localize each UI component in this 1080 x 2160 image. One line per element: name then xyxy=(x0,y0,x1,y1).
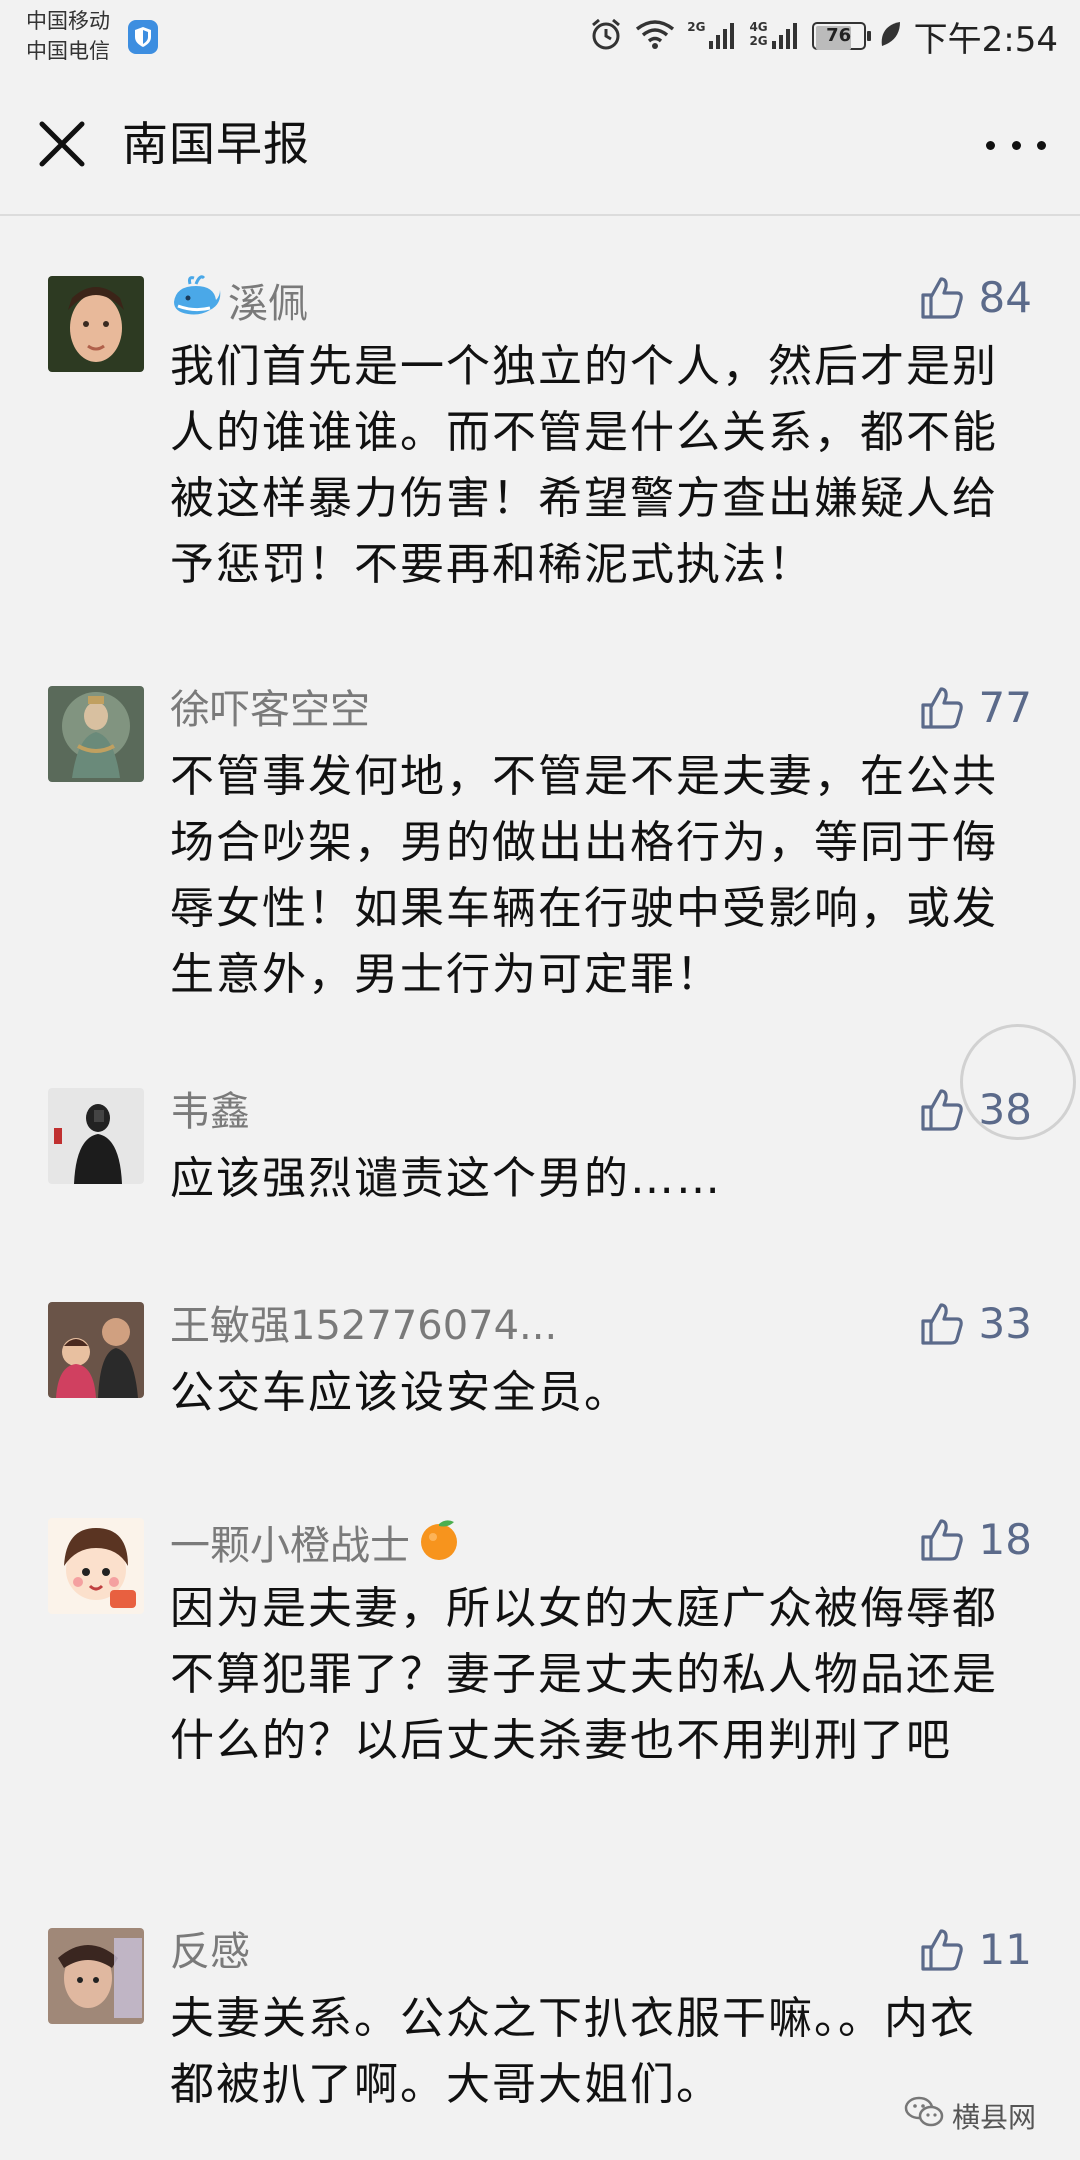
thumbs-up-icon xyxy=(920,277,963,319)
network-type-2g-secondary: 2G xyxy=(749,34,768,48)
like-count: 84 xyxy=(978,273,1032,322)
comment-text: 公交车应该设安全员。 xyxy=(170,1367,630,1418)
like-count: 77 xyxy=(978,683,1032,732)
avatar xyxy=(48,1928,144,2024)
comment-text: 我们首先是一个独立的个人，然后才是别人的谁谁谁。而不管是什么关系，都不能被这样暴… xyxy=(170,341,998,590)
avatar xyxy=(48,1302,144,1398)
commenter-name[interactable]: 王敏强152776074... xyxy=(170,1300,557,1352)
signal-2g-icon: 2G xyxy=(687,21,737,51)
like-button[interactable]: 77 xyxy=(919,682,1032,734)
commenter-name[interactable]: 徐吓客空空 xyxy=(170,684,370,736)
more-options-button[interactable] xyxy=(986,130,1046,160)
avatar xyxy=(48,276,144,372)
status-bar: 中国移动 中国电信 2G 4G 2G 76 下午2:54 xyxy=(0,0,1080,72)
more-dot-icon xyxy=(986,140,995,150)
carrier-1: 中国移动 xyxy=(26,9,110,33)
commenter-name-text: 溪佩 xyxy=(228,280,308,327)
avatar xyxy=(48,686,144,782)
watermark-text: 横县网 xyxy=(951,2100,1036,2134)
alarm-clock-icon xyxy=(589,17,623,55)
whale-icon xyxy=(170,274,222,333)
leaf-icon xyxy=(878,20,902,52)
network-type-2g: 2G xyxy=(687,20,706,34)
commenter-name[interactable]: 一颗小橙战士 xyxy=(170,1516,462,1575)
commenter-name[interactable]: 韦鑫 xyxy=(170,1086,250,1138)
like-count: 11 xyxy=(978,1925,1032,1974)
close-icon xyxy=(39,121,85,167)
thumbs-up-icon xyxy=(920,1303,963,1345)
wifi-icon xyxy=(635,19,675,53)
like-count: 18 xyxy=(978,1515,1032,1564)
clock-time: 下午2:54 xyxy=(913,19,1058,60)
commenter-name-text: 韦鑫 xyxy=(170,1089,250,1135)
battery-icon: 76 xyxy=(811,22,871,50)
page-title: 南国早报 xyxy=(122,117,310,171)
more-dot-icon xyxy=(1011,140,1021,150)
watermark: 横县网 xyxy=(904,2095,1036,2136)
signal-4g-icon: 4G 2G xyxy=(749,21,799,51)
avatar xyxy=(48,1518,144,1614)
orange-icon xyxy=(416,1516,462,1575)
comment-text: 夫妻关系。公众之下扒衣服干嘛。。内衣都被扒了啊。大哥大姐们。 xyxy=(170,1993,976,2110)
watermark-stamp xyxy=(960,1024,1076,1140)
comment-text: 不管事发何地，不管是不是夫妻，在公共场合吵架，男的做出出格行为，等同于侮辱女性！… xyxy=(170,751,998,1000)
commenter-name-text: 反感 xyxy=(170,1929,250,1975)
commenter-name[interactable]: 溪佩 xyxy=(170,274,308,333)
network-type-4g: 4G xyxy=(749,20,768,34)
thumbs-up-icon xyxy=(920,1929,963,1971)
like-button[interactable]: 84 xyxy=(919,272,1032,324)
commenter-name[interactable]: 反感 xyxy=(170,1926,250,1978)
commenter-name-text: 徐吓客空空 xyxy=(170,687,370,733)
like-count: 33 xyxy=(978,1299,1032,1348)
like-button[interactable]: 18 xyxy=(919,1514,1032,1566)
battery-level: 76 xyxy=(826,25,852,46)
comment-text: 因为是夫妻，所以女的大庭广众被侮辱都不算犯罪了？妻子是丈夫的私人物品还是什么的？… xyxy=(170,1583,998,1766)
top-bar: 南国早报 xyxy=(0,72,1080,216)
wechat-icon xyxy=(904,2095,944,2136)
commenter-name-text: 一颗小橙战士 xyxy=(170,1522,410,1569)
avatar xyxy=(48,1088,144,1184)
commenter-name-text: 王敏强152776074... xyxy=(170,1303,558,1349)
close-button[interactable] xyxy=(34,116,90,172)
thumbs-up-icon xyxy=(920,1519,963,1561)
like-button[interactable]: 11 xyxy=(919,1924,1032,1976)
carrier-2: 中国电信 xyxy=(26,39,110,63)
thumbs-up-icon xyxy=(920,687,963,729)
more-dot-icon xyxy=(1037,140,1046,150)
thumbs-up-icon xyxy=(920,1089,963,1131)
like-button[interactable]: 33 xyxy=(919,1298,1032,1350)
security-shield-icon xyxy=(128,20,158,54)
comment-text: 应该强烈谴责这个男的…… xyxy=(170,1153,722,1204)
